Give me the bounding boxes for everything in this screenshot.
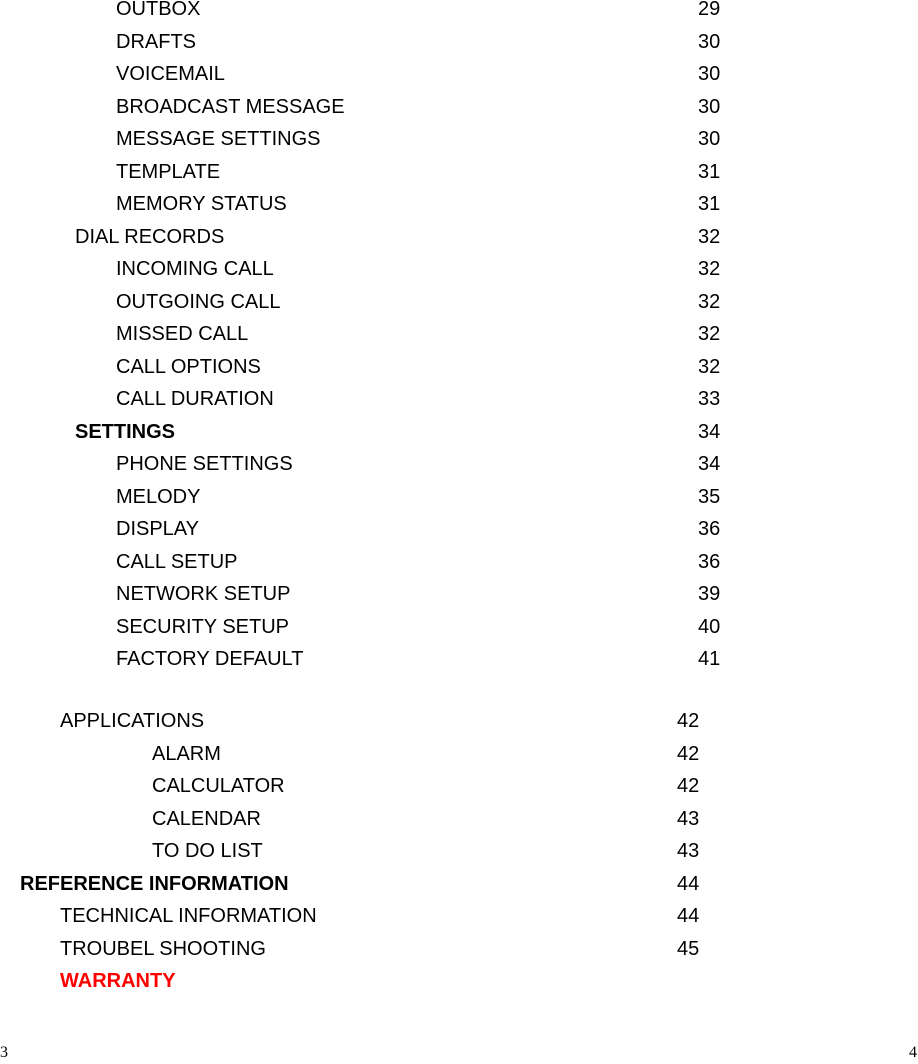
toc-entry-label: MESSAGE SETTINGS (116, 128, 321, 150)
toc-entry-page-number: 36 (698, 550, 721, 573)
toc-entry-page-number: 35 (698, 485, 721, 508)
toc-entry-page-number: 29 (698, 0, 721, 20)
toc-entry-page-number: 36 (698, 518, 721, 540)
toc-entry[interactable]: REFERENCE INFORMATION 44 (0, 872, 918, 904)
toc-entry[interactable]: FACTORY DEFAULT 41 (0, 647, 918, 679)
toc-entry-label: MISSED CALL (116, 323, 249, 345)
toc-entry-label: ALARM (152, 742, 221, 765)
toc-entry-label: BROADCAST MESSAGE (116, 95, 345, 118)
toc-entry-page-number: 32 (698, 258, 721, 280)
toc-entry-label: OUTBOX (116, 0, 201, 20)
toc-entry-label: CALCULATOR (152, 775, 285, 797)
toc-entry-page-number: 45 (677, 937, 700, 960)
toc-entry[interactable]: TROUBEL SHOOTING 45 (0, 937, 918, 969)
toc-entry-page-number: 41 (698, 648, 721, 670)
toc-entry[interactable]: CALENDAR 43 (0, 807, 918, 839)
toc-entry-label: MEMORY STATUS (116, 193, 287, 215)
toc-entry[interactable]: VOICEMAIL 30 (0, 62, 918, 94)
toc-entry-label: DRAFTS (116, 30, 196, 53)
toc-entry-label: SECURITY SETUP (116, 615, 289, 638)
toc-entry-page-number: 32 (698, 225, 721, 248)
toc-entry[interactable]: MISSED CALL 32 (0, 322, 918, 354)
toc-entry[interactable]: CALL DURATION 33 (0, 387, 918, 419)
toc-entry-page-number: 43 (677, 840, 700, 862)
toc-entry-label: REFERENCE INFORMATION (20, 872, 289, 895)
toc-entry[interactable]: TECHNICAL INFORMATION 44 (0, 904, 918, 936)
toc-entry[interactable]: OUTBOX 29 (0, 0, 918, 29)
toc-entry-label: FACTORY DEFAULT (116, 648, 304, 670)
toc-entry[interactable]: SECURITY SETUP 40 (0, 615, 918, 647)
toc-entry-page-number: 30 (698, 128, 721, 150)
toc-entry[interactable]: MEMORY STATUS 31 (0, 192, 918, 224)
toc-entry-page-number: 32 (698, 323, 721, 345)
toc-entry-page-number: 42 (677, 710, 700, 732)
toc-entry[interactable]: CALCULATOR 42 (0, 774, 918, 806)
toc-entry-label: APPLICATIONS (60, 710, 205, 732)
toc-entry[interactable]: PHONE SETTINGS 34 (0, 452, 918, 484)
toc-entry-page-number: 30 (698, 63, 721, 85)
toc-entry[interactable]: DRAFTS 30 (0, 30, 918, 62)
toc-entry-label: CALL SETUP (116, 550, 238, 573)
toc-entry-label: WARRANTY (60, 970, 176, 992)
toc-entry[interactable]: CALL SETUP 36 (0, 550, 918, 582)
toc-entry-page-number: 42 (677, 775, 700, 797)
toc-entry-label: VOICEMAIL (116, 63, 225, 85)
toc-entry-label: DISPLAY (116, 518, 199, 540)
toc-entry-page-number: 30 (698, 95, 721, 118)
toc-entry-page-number: 34 (698, 453, 721, 475)
toc-entry-label: TO DO LIST (152, 840, 263, 862)
toc-entry-label: PHONE SETTINGS (116, 453, 293, 475)
toc-entry-page-number: 43 (677, 807, 700, 830)
left-page-number: 3 (0, 1044, 8, 1061)
toc-entry-label: TROUBEL SHOOTING (60, 937, 266, 960)
toc-entry-page-number: 30 (698, 30, 721, 53)
toc-entry-label: DIAL RECORDS (75, 225, 225, 248)
toc-entry-page-number: 32 (698, 290, 721, 313)
toc-entry-label: INCOMING CALL (116, 258, 274, 280)
toc-entry-page-number: 39 (698, 583, 721, 605)
toc-entry[interactable]: TEMPLATE 31 (0, 160, 918, 192)
toc-entry-label: MELODY (116, 485, 201, 508)
toc-entry-page-number: 31 (698, 160, 721, 183)
toc-entry-label: OUTGOING CALL (116, 290, 281, 313)
right-page-number: 4 (909, 1044, 917, 1061)
toc-entry[interactable]: DIAL RECORDS 32 (0, 225, 918, 257)
toc-entry[interactable]: OUTGOING CALL 32 (0, 290, 918, 322)
toc-entry-page-number: 40 (698, 615, 721, 638)
toc-entry[interactable]: SETTINGS 34 (0, 420, 918, 452)
toc-entry-label: CALL OPTIONS (116, 355, 261, 378)
toc-entry[interactable]: DISPLAY 36 (0, 517, 918, 549)
toc-entry[interactable]: CALL OPTIONS 32 (0, 355, 918, 387)
toc-entry-page-number: 44 (677, 872, 700, 895)
toc-entry-page-number: 31 (698, 193, 721, 215)
toc-entry-page-number: 42 (677, 742, 700, 765)
toc-entry[interactable]: MESSAGE SETTINGS 30 (0, 127, 918, 159)
toc-entry-label: CALL DURATION (116, 388, 274, 410)
toc-entry-label: TECHNICAL INFORMATION (60, 905, 317, 927)
toc-entry[interactable]: APPLICATIONS 42 (0, 709, 918, 741)
toc-entry[interactable]: INCOMING CALL 32 (0, 257, 918, 289)
toc-entry-label: NETWORK SETUP (116, 583, 291, 605)
toc-entry[interactable]: ALARM 42 (0, 742, 918, 774)
toc-entry-label: SETTINGS (75, 420, 176, 443)
toc-entry-page-number: 33 (698, 388, 721, 410)
toc-entry[interactable]: TO DO LIST 43 (0, 839, 918, 871)
toc-entry[interactable]: MELODY 35 (0, 485, 918, 517)
toc-entry-label: CALENDAR (152, 807, 261, 830)
toc-entry-page-number: 44 (677, 905, 700, 927)
toc-entry[interactable]: BROADCAST MESSAGE 30 (0, 95, 918, 127)
toc-entry[interactable]: NETWORK SETUP 39 (0, 582, 918, 614)
toc-entry-page-number: 32 (698, 355, 721, 378)
toc-entry-page-number: 34 (698, 420, 721, 443)
toc-entry[interactable]: WARRANTY (0, 969, 918, 1001)
toc-entry-label: TEMPLATE (116, 160, 221, 183)
